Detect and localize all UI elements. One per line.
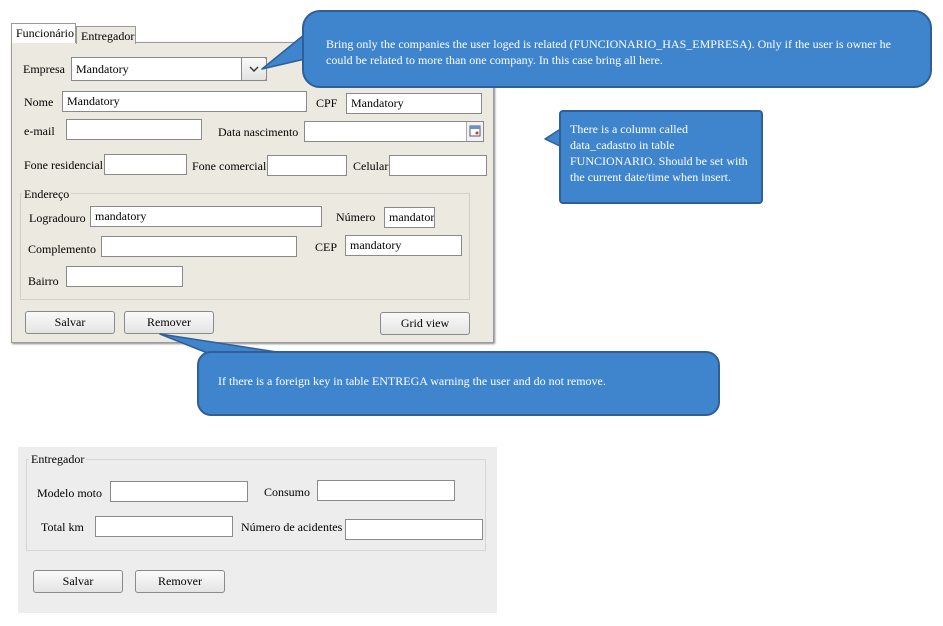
data-cadastro-callout: There is a column called data_cadastro i… (559, 110, 763, 204)
empresa-callout-text: Bring only the companies the user loged … (326, 37, 891, 67)
callout-pointers (159, 29, 563, 359)
tab-entregador[interactable]: Entregador (76, 26, 136, 44)
data-cadastro-callout-text: There is a column called data_cadastro i… (570, 122, 748, 184)
empresa-callout: Bring only the companies the user loged … (302, 10, 932, 88)
tab-funcionario[interactable]: Funcionário (11, 23, 76, 43)
remover-callout-text: If there is a foreign key in table ENTRE… (218, 374, 606, 388)
remover-callout: If there is a foreign key in table ENTRE… (197, 351, 720, 416)
